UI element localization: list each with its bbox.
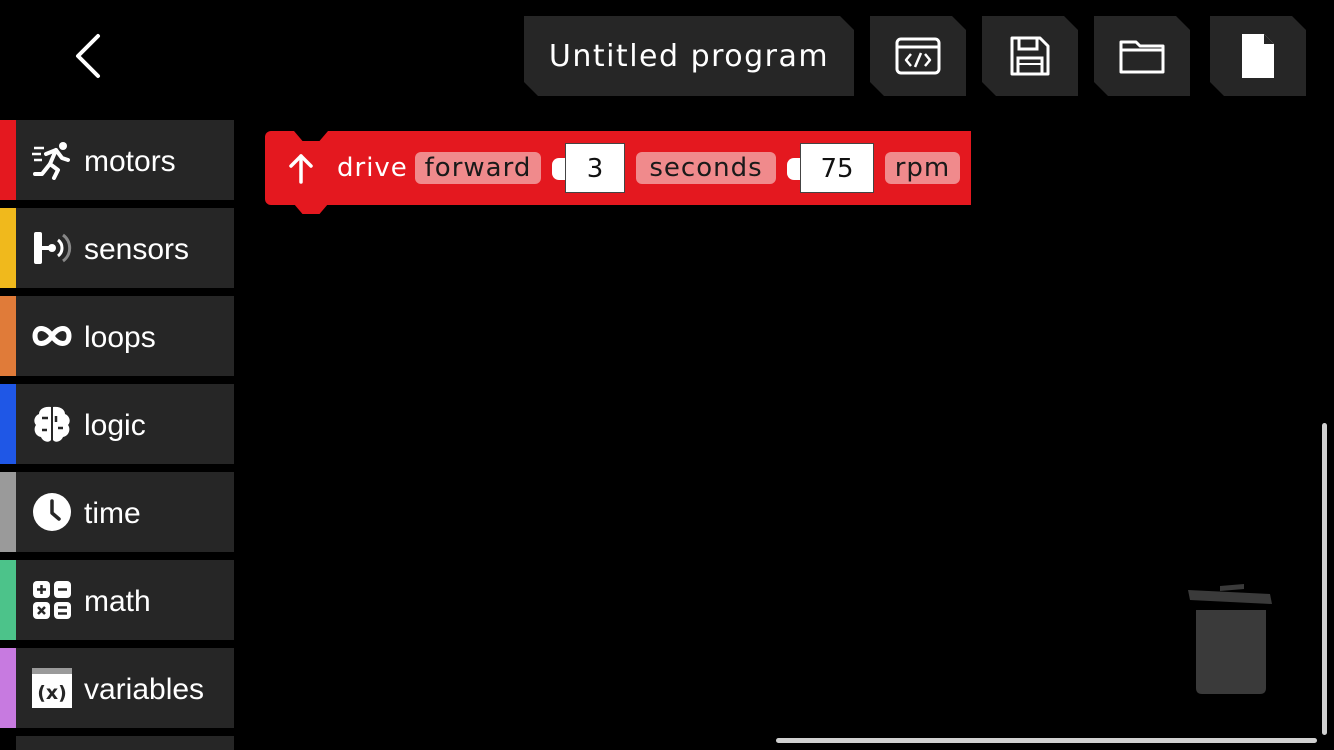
- chevron-left-icon: [76, 34, 100, 78]
- category-panel: [16, 736, 234, 750]
- code-view-button[interactable]: [870, 16, 966, 96]
- variable-icon: (x): [32, 668, 72, 708]
- category-label: loops: [84, 321, 156, 354]
- category-time[interactable]: time: [0, 472, 234, 552]
- program-title: Untitled program: [548, 38, 830, 74]
- speed-input[interactable]: 75: [800, 143, 874, 193]
- block-bottom-notch: [294, 204, 328, 214]
- category-math[interactable]: math: [0, 560, 234, 640]
- category-partial[interactable]: [0, 736, 234, 750]
- slot-connector: [787, 158, 801, 180]
- category-label: time: [84, 497, 141, 530]
- vertical-scrollbar[interactable]: [1322, 423, 1327, 735]
- brain-icon: [32, 404, 72, 444]
- trash-can[interactable]: [1186, 580, 1276, 696]
- running-person-icon: [32, 140, 72, 180]
- direction-dropdown[interactable]: forward: [415, 152, 541, 184]
- horizontal-scrollbar[interactable]: [776, 738, 1317, 743]
- category-loops[interactable]: loops: [0, 296, 234, 376]
- block-editor-screen: Untitled program motors sensors loops lo…: [0, 0, 1334, 750]
- calculator-icon: [32, 580, 72, 620]
- save-button[interactable]: [982, 16, 1078, 96]
- block-command: drive: [337, 153, 408, 183]
- new-file-icon: [1238, 32, 1278, 80]
- slot-connector: [552, 158, 566, 180]
- speed-unit-dropdown[interactable]: rpm: [885, 152, 960, 184]
- folder-icon: [1118, 36, 1166, 76]
- category-variables[interactable]: (x) variables: [0, 648, 234, 728]
- trash-can-icon: [1188, 584, 1272, 694]
- program-title-button[interactable]: Untitled program: [524, 16, 854, 96]
- category-sensors[interactable]: sensors: [0, 208, 234, 288]
- code-view-icon: [894, 36, 942, 76]
- back-button[interactable]: [62, 26, 118, 86]
- new-program-button[interactable]: [1210, 16, 1306, 96]
- open-button[interactable]: [1094, 16, 1190, 96]
- arrow-up-icon: [289, 154, 313, 184]
- floppy-disk-icon: [1008, 34, 1052, 78]
- category-label: logic: [84, 409, 146, 442]
- category-label: math: [84, 585, 151, 618]
- category-label: motors: [84, 145, 176, 178]
- sensor-icon: [32, 228, 72, 268]
- svg-text:(x): (x): [37, 682, 67, 704]
- category-label: variables: [84, 673, 205, 706]
- clock-icon: [32, 492, 72, 532]
- duration-input[interactable]: 3: [565, 143, 625, 193]
- infinity-icon: [32, 316, 72, 356]
- category-motors[interactable]: motors: [0, 120, 234, 200]
- duration-unit-dropdown[interactable]: seconds: [636, 152, 776, 184]
- category-logic[interactable]: logic: [0, 384, 234, 464]
- category-label: sensors: [84, 233, 190, 266]
